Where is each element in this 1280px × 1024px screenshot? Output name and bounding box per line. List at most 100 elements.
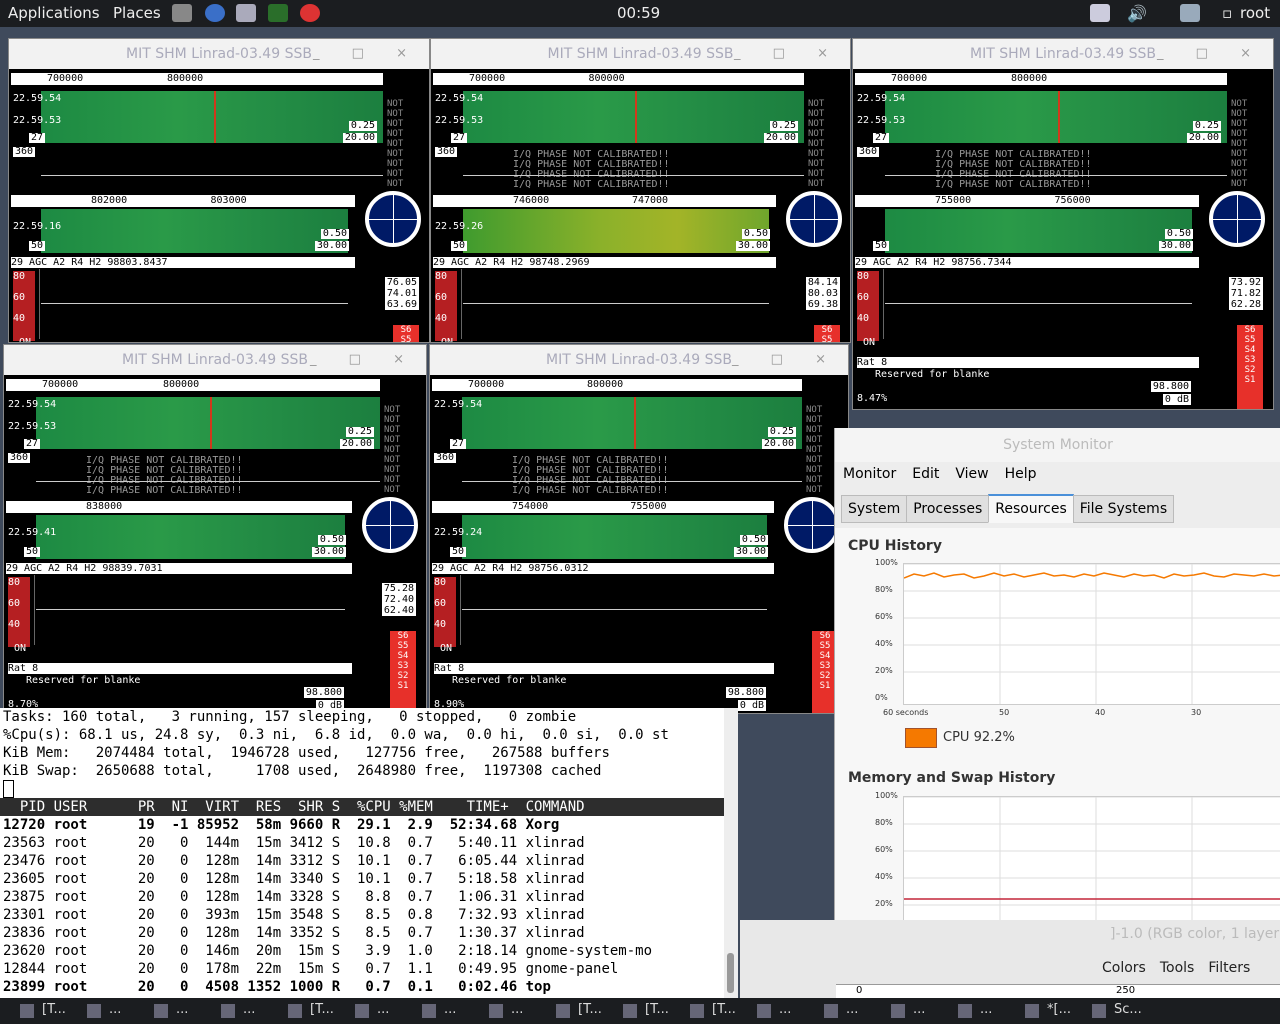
- tab-processes[interactable]: Processes: [906, 495, 990, 523]
- scale-right-label: 800000: [587, 379, 624, 390]
- linrad-window-1[interactable]: MIT SHM Linrad-03.49 SSB _ □ × 700000 80000…: [8, 38, 430, 343]
- taskbar-app-icon[interactable]: [154, 1004, 168, 1018]
- terminal-top-output[interactable]: Tasks: 160 total, 3 running, 157 sleepin…: [0, 708, 738, 1000]
- rat-bar[interactable]: Rat 8: [857, 357, 1199, 368]
- taskbar-app-icon[interactable]: [1025, 1004, 1039, 1018]
- linrad-window-5[interactable]: MIT SHM Linrad-03.49 SSB _ □ × 700000 80000…: [429, 344, 849, 714]
- taskbar-app-icon[interactable]: [824, 1004, 838, 1018]
- taskbar-item[interactable]: [T...: [712, 1002, 736, 1017]
- value-050: 0.50: [1164, 228, 1193, 239]
- terminal-scrollbar[interactable]: [724, 708, 738, 1000]
- frequency-bar[interactable]: 29 AGC A2 R4 H2 98756.0312: [432, 563, 774, 574]
- taskbar-item[interactable]: [T...: [578, 1002, 602, 1017]
- taskbar-item[interactable]: ...: [913, 1002, 925, 1017]
- s-meter-label: S6: [821, 325, 833, 335]
- control-value[interactable]: 98.800: [725, 687, 766, 698]
- taskbar-app-icon[interactable]: [355, 1004, 369, 1018]
- window-controls[interactable]: _ □ ×: [313, 39, 421, 69]
- system-monitor-window[interactable]: System Monitor Monitor Edit View Help Syste…: [834, 428, 1280, 928]
- taskbar-item[interactable]: ...: [109, 1002, 121, 1017]
- app-launcher-icon[interactable]: [300, 4, 320, 22]
- browser-launcher-icon[interactable]: [205, 4, 225, 22]
- gimp-menu-tools[interactable]: Tools: [1160, 960, 1195, 976]
- control-value[interactable]: 98.800: [303, 687, 344, 698]
- frequency-bar[interactable]: 29 AGC A2 R4 H2 98839.7031: [6, 563, 352, 574]
- places-menu[interactable]: Places: [113, 4, 161, 22]
- gain-value[interactable]: 0 dB: [737, 700, 766, 711]
- network-icon[interactable]: [1090, 4, 1110, 22]
- user-menu[interactable]: root: [1240, 4, 1270, 22]
- tab-system[interactable]: System: [841, 495, 908, 523]
- taskbar-item[interactable]: ...: [846, 1002, 858, 1017]
- taskbar-app-icon[interactable]: [422, 1004, 436, 1018]
- menu-view[interactable]: View: [947, 462, 996, 486]
- gimp-menubar: Colors Tools Filters: [1102, 960, 1250, 976]
- applications-menu[interactable]: Applications: [8, 4, 100, 22]
- gain-value[interactable]: 0 dB: [1162, 394, 1191, 405]
- taskbar-app-icon[interactable]: [87, 1004, 101, 1018]
- taskbar-app-icon[interactable]: [757, 1004, 771, 1018]
- taskbar-app-icon[interactable]: [1092, 1004, 1106, 1018]
- linrad-window-2[interactable]: MIT SHM Linrad-03.49 SSB _ □ × 700000 80000…: [430, 38, 851, 343]
- value-050: 0.50: [741, 228, 770, 239]
- polarization-circle[interactable]: [784, 497, 840, 553]
- taskbar-item[interactable]: [T...: [310, 1002, 334, 1017]
- gimp-menu-colors[interactable]: Colors: [1102, 960, 1146, 976]
- waterfall-top: [885, 91, 1227, 143]
- tab-resources[interactable]: Resources: [988, 494, 1074, 523]
- frequency-bar[interactable]: 29 AGC A2 R4 H2 98803.8437: [11, 257, 355, 268]
- terminal-launcher-icon[interactable]: [172, 4, 192, 22]
- accessibility-icon[interactable]: [1180, 4, 1200, 22]
- taskbar-app-icon[interactable]: [556, 1004, 570, 1018]
- chat-icon[interactable]: ▫: [1222, 4, 1232, 22]
- taskbar-app-icon[interactable]: [20, 1004, 34, 1018]
- linrad-window-3[interactable]: MIT SHM Linrad-03.49 SSB _ □ × 700000 80000…: [852, 38, 1274, 410]
- rat-bar[interactable]: Rat 8: [8, 663, 352, 674]
- rat-bar[interactable]: Rat 8: [434, 663, 774, 674]
- polarization-circle[interactable]: [1209, 191, 1265, 247]
- control-value[interactable]: 98.800: [1150, 381, 1191, 392]
- taskbar-item[interactable]: ...: [377, 1002, 389, 1017]
- taskbar-item[interactable]: ...: [511, 1002, 523, 1017]
- gimp-menu-filters[interactable]: Filters: [1208, 960, 1250, 976]
- not-label: NOT: [1231, 179, 1248, 189]
- taskbar-app-icon[interactable]: [958, 1004, 972, 1018]
- s-meter-label: S1: [397, 681, 409, 691]
- taskbar-app-icon[interactable]: [489, 1004, 503, 1018]
- value-30: 30.00: [311, 546, 346, 557]
- mail-launcher-icon[interactable]: [236, 4, 256, 22]
- menu-help[interactable]: Help: [997, 462, 1045, 486]
- taskbar-app-icon[interactable]: [623, 1004, 637, 1018]
- menu-monitor[interactable]: Monitor: [835, 462, 904, 486]
- time-label-2: 22.59.53: [857, 115, 906, 126]
- system-monitor-launcher-icon[interactable]: [268, 4, 288, 22]
- window-controls[interactable]: _ □ ×: [732, 345, 840, 375]
- volume-icon[interactable]: 🔊: [1127, 4, 1147, 23]
- taskbar-item[interactable]: ...: [779, 1002, 791, 1017]
- polarization-circle[interactable]: [365, 191, 421, 247]
- polarization-circle[interactable]: [362, 497, 418, 553]
- window-controls[interactable]: _ □ ×: [734, 39, 842, 69]
- clock[interactable]: 00:59: [617, 4, 660, 22]
- taskbar-item[interactable]: Sc...: [1114, 1002, 1142, 1017]
- taskbar-app-icon[interactable]: [221, 1004, 235, 1018]
- gimp-window[interactable]: ]-1.0 (RGB color, 1 layer Colors Tools Fil…: [740, 920, 1280, 1000]
- taskbar-item[interactable]: ...: [176, 1002, 188, 1017]
- taskbar-item[interactable]: *[...: [1047, 1002, 1071, 1017]
- polarization-circle[interactable]: [786, 191, 842, 247]
- taskbar-item[interactable]: ...: [243, 1002, 255, 1017]
- frequency-bar[interactable]: 29 AGC A2 R4 H2 98756.7344: [855, 257, 1199, 268]
- linrad-window-4[interactable]: MIT SHM Linrad-03.49 SSB _ □ × 700000 80000…: [3, 344, 427, 714]
- window-controls[interactable]: _ □ ×: [310, 345, 418, 375]
- menu-edit[interactable]: Edit: [904, 462, 947, 486]
- taskbar-app-icon[interactable]: [288, 1004, 302, 1018]
- tab-file-systems[interactable]: File Systems: [1072, 495, 1175, 523]
- taskbar-item[interactable]: ...: [444, 1002, 456, 1017]
- window-controls[interactable]: _ □ ×: [1157, 39, 1265, 69]
- taskbar-item[interactable]: [T...: [645, 1002, 669, 1017]
- taskbar-item[interactable]: [T...: [42, 1002, 66, 1017]
- frequency-bar[interactable]: 29 AGC A2 R4 H2 98748.2969: [433, 257, 776, 268]
- taskbar-app-icon[interactable]: [690, 1004, 704, 1018]
- taskbar-app-icon[interactable]: [891, 1004, 905, 1018]
- taskbar-item[interactable]: ...: [980, 1002, 992, 1017]
